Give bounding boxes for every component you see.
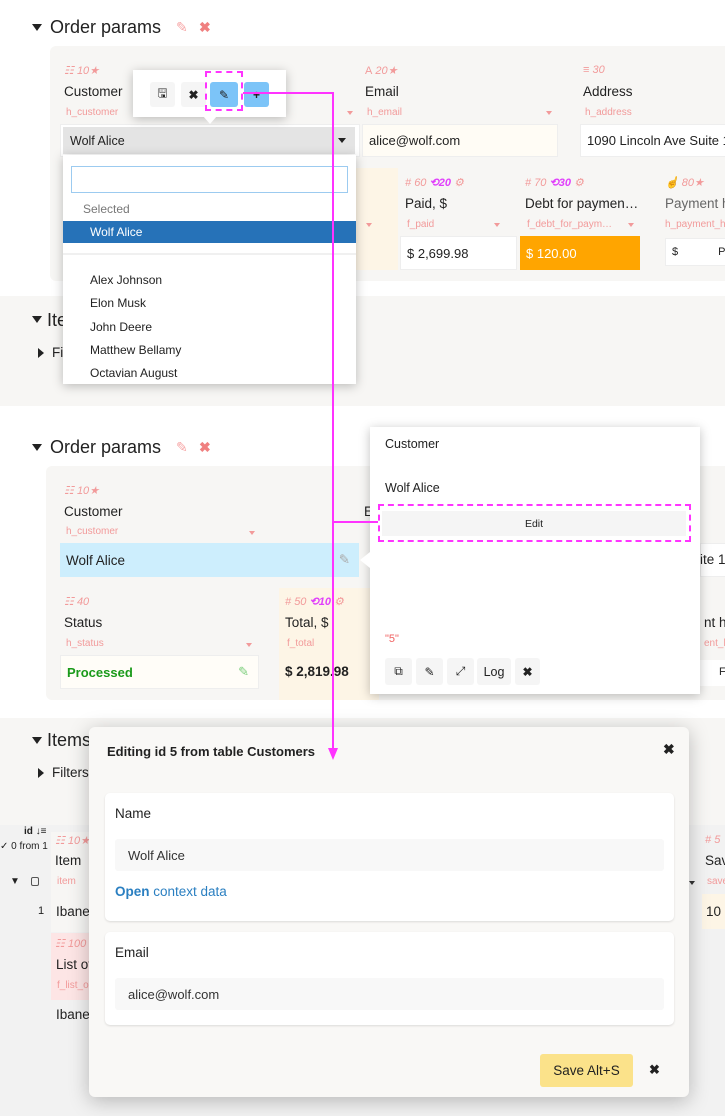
- arrowhead-icon: [328, 748, 338, 760]
- connector-line: [243, 92, 378, 750]
- annotation-connector: [243, 92, 378, 760]
